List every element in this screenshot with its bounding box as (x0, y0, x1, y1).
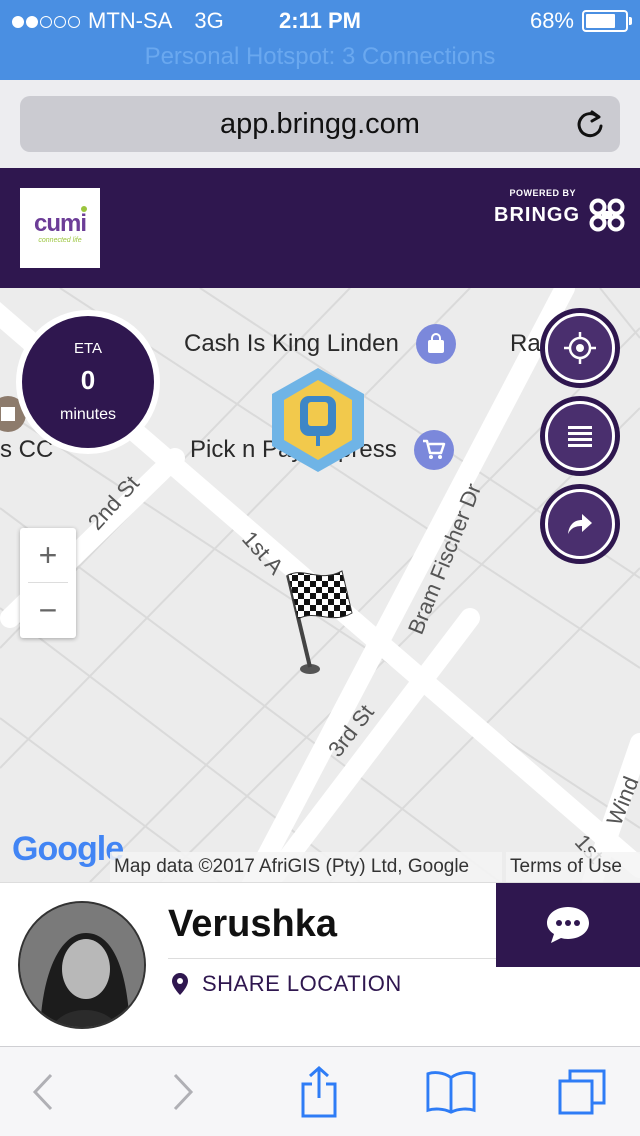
logo-word: cumi (33, 210, 87, 237)
powered-by-bringg: POWERED BY BRINGG (494, 188, 626, 232)
chevron-left-icon (32, 1073, 53, 1111)
page: MTN-SA 3G 2:11 PM 68% Personal Hotspot: … (0, 0, 640, 1136)
cumi-logo: cumi connected life (20, 188, 100, 268)
battery-icon (582, 10, 632, 32)
bringg-brand: BRINGG (494, 203, 580, 226)
shopping-cart-icon[interactable] (414, 430, 454, 470)
bringg-logo-icon (589, 198, 625, 232)
logo-tagline: connected life (38, 237, 82, 244)
destination-flag-icon (286, 570, 353, 674)
url-text[interactable]: app.bringg.com (20, 108, 620, 141)
zoom-control: + − (20, 528, 76, 638)
tabs-icon (558, 1069, 606, 1115)
share-location-label[interactable]: SHARE LOCATION (202, 971, 402, 997)
driver-avatar (18, 901, 146, 1029)
bookmarks-button[interactable] (426, 1067, 476, 1117)
google-logo-text: Google (12, 830, 124, 868)
share-button[interactable] (540, 484, 620, 564)
locate-button[interactable] (540, 308, 620, 388)
locate-icon (564, 332, 596, 364)
share-location-link[interactable]: SHARE LOCATION (172, 971, 402, 997)
share-icon (301, 1066, 337, 1118)
share-arrow-icon (568, 514, 592, 534)
back-button[interactable] (18, 1067, 68, 1117)
driver-panel: Verushka SHARE LOCATION (0, 882, 640, 1046)
hotspot-banner[interactable]: Personal Hotspot: 3 Connections (0, 43, 640, 71)
forward-button[interactable] (158, 1067, 208, 1117)
powered-by-label: POWERED BY (509, 188, 576, 198)
map-attribution: Map data ©2017 AfriGIS (Pty) Ltd, Google (110, 852, 502, 882)
status-bar: MTN-SA 3G 2:11 PM 68% Personal Hotspot: … (0, 0, 640, 80)
divider (168, 958, 498, 959)
eta-value: 0 (80, 365, 96, 395)
book-icon (426, 1071, 476, 1114)
shopping-bag-icon[interactable] (416, 324, 456, 364)
share-page-button[interactable] (294, 1066, 344, 1118)
app-header: cumi connected life POWERED BY BRINGG (0, 168, 640, 288)
map-view[interactable]: Cash Is King Linden Pick n Pay Express R… (0, 288, 640, 882)
poi-label[interactable]: Ra (510, 330, 541, 358)
zoom-in-button[interactable]: + (20, 528, 76, 582)
poi-label[interactable]: Cash Is King Linden (184, 330, 399, 358)
browser-address-area: app.bringg.com (0, 80, 640, 168)
list-button[interactable] (540, 396, 620, 476)
tabs-button[interactable] (558, 1067, 608, 1117)
zoom-out-button[interactable]: − (20, 583, 76, 637)
chat-bubble-icon (547, 907, 589, 943)
browser-toolbar (0, 1046, 640, 1136)
address-bar[interactable]: app.bringg.com (20, 96, 620, 152)
terms-link[interactable]: Terms of Use (506, 852, 640, 882)
driver-marker-icon[interactable] (268, 366, 368, 476)
eta-label: ETA (73, 340, 103, 357)
chevron-right-icon (173, 1073, 194, 1111)
google-logo[interactable]: Google (12, 830, 124, 869)
eta-badge: ETA 0 minutes (16, 310, 160, 454)
reload-icon[interactable] (574, 108, 606, 140)
status-right: 68% (529, 8, 632, 34)
eta-unit: minutes (59, 406, 117, 423)
chat-button[interactable] (496, 883, 640, 967)
driver-name: Verushka (168, 903, 337, 945)
list-icon (568, 426, 592, 447)
battery-percent: 68% (529, 8, 574, 33)
location-pin-icon (172, 973, 188, 995)
logo-dot-icon (81, 206, 87, 212)
